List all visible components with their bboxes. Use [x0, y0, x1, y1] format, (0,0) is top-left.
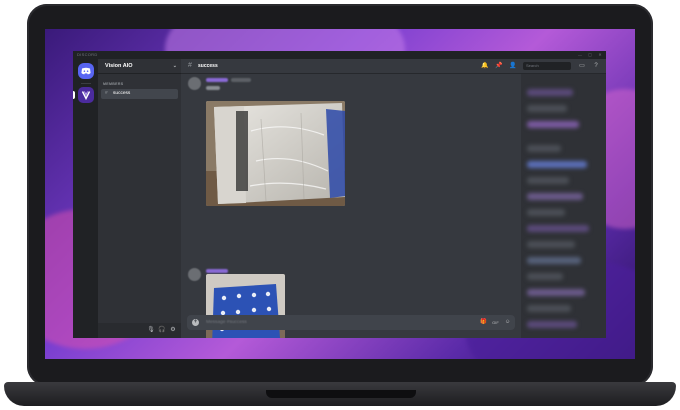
- member-item[interactable]: [527, 105, 567, 112]
- member-item[interactable]: [527, 89, 573, 96]
- ps5-box-image[interactable]: [206, 101, 345, 206]
- channel-title: success: [198, 63, 218, 69]
- title-bar: DISCORD — ▢ ✕: [73, 51, 606, 59]
- channel-category[interactable]: MEMBERS: [103, 82, 123, 86]
- inbox-icon[interactable]: ▭: [578, 62, 586, 70]
- member-item[interactable]: [527, 177, 569, 184]
- member-item[interactable]: [527, 305, 571, 312]
- help-icon[interactable]: ?: [592, 62, 600, 70]
- username[interactable]: [206, 269, 228, 273]
- member-item[interactable]: [527, 257, 581, 264]
- hash-icon: #: [105, 91, 108, 96]
- laptop-notch: [266, 390, 416, 398]
- member-item[interactable]: [527, 121, 579, 128]
- search-input[interactable]: Search: [523, 62, 571, 70]
- selected-server-indicator: [73, 91, 75, 99]
- avatar[interactable]: [188, 268, 201, 281]
- avatar[interactable]: [188, 77, 201, 90]
- minimize-button[interactable]: —: [576, 51, 584, 59]
- chat-area: # success 🔔 📌 👤 Search ▭ ? + Message #su…: [181, 59, 606, 338]
- app-brand: DISCORD: [77, 52, 98, 57]
- chevron-down-icon: ⌄: [172, 63, 177, 69]
- member-item[interactable]: [527, 193, 583, 200]
- discord-window: DISCORD — ▢ ✕ Vision AIO ⌄ MEMBERS # suc…: [73, 51, 606, 338]
- member-item[interactable]: [527, 241, 575, 248]
- member-item[interactable]: [527, 161, 587, 168]
- user-panel: 🎙 🎧 ⚙: [98, 323, 181, 338]
- member-item[interactable]: [527, 145, 561, 152]
- discord-logo-icon: [81, 67, 91, 75]
- members-icon[interactable]: 👤: [509, 62, 517, 70]
- server-separator: [81, 83, 91, 84]
- message-placeholder: Message #success: [206, 320, 247, 325]
- member-item[interactable]: [527, 225, 589, 232]
- server-header[interactable]: Vision AIO ⌄: [98, 59, 181, 74]
- sidebar-item-success[interactable]: # success: [101, 89, 178, 99]
- member-item[interactable]: [527, 289, 585, 296]
- member-item[interactable]: [527, 209, 565, 216]
- plus-icon[interactable]: +: [192, 319, 199, 326]
- mic-icon[interactable]: 🎙: [147, 326, 155, 334]
- username[interactable]: [206, 78, 228, 82]
- server-rail: [73, 59, 98, 338]
- settings-icon[interactable]: ⚙: [169, 326, 177, 334]
- channel-label: success: [113, 91, 131, 96]
- message-text: [206, 86, 220, 90]
- timestamp: [231, 78, 251, 82]
- member-item[interactable]: [527, 273, 563, 280]
- gif-icon[interactable]: GIF: [492, 319, 499, 326]
- server-name: Vision AIO: [105, 63, 133, 69]
- chat-header: # success 🔔 📌 👤 Search ▭ ?: [181, 59, 606, 74]
- pin-icon[interactable]: 📌: [495, 62, 503, 70]
- maximize-button[interactable]: ▢: [586, 51, 594, 59]
- vision-aio-server-icon[interactable]: [78, 87, 94, 103]
- channel-sidebar: Vision AIO ⌄ MEMBERS # success 🎙 🎧 ⚙: [98, 59, 181, 338]
- member-list: [521, 73, 606, 338]
- close-button[interactable]: ✕: [596, 51, 604, 59]
- discord-home-button[interactable]: [78, 63, 94, 79]
- vision-logo-icon: [81, 91, 91, 101]
- message-input[interactable]: + Message #success 🎁 GIF ☺: [187, 315, 515, 330]
- gift-icon[interactable]: 🎁: [480, 319, 487, 326]
- hash-icon: #: [188, 62, 192, 69]
- member-item[interactable]: [527, 321, 577, 328]
- emoji-icon[interactable]: ☺: [504, 319, 511, 326]
- ps5-box-photo: [206, 101, 345, 206]
- headphones-icon[interactable]: 🎧: [158, 326, 166, 334]
- bell-icon[interactable]: 🔔: [481, 62, 489, 70]
